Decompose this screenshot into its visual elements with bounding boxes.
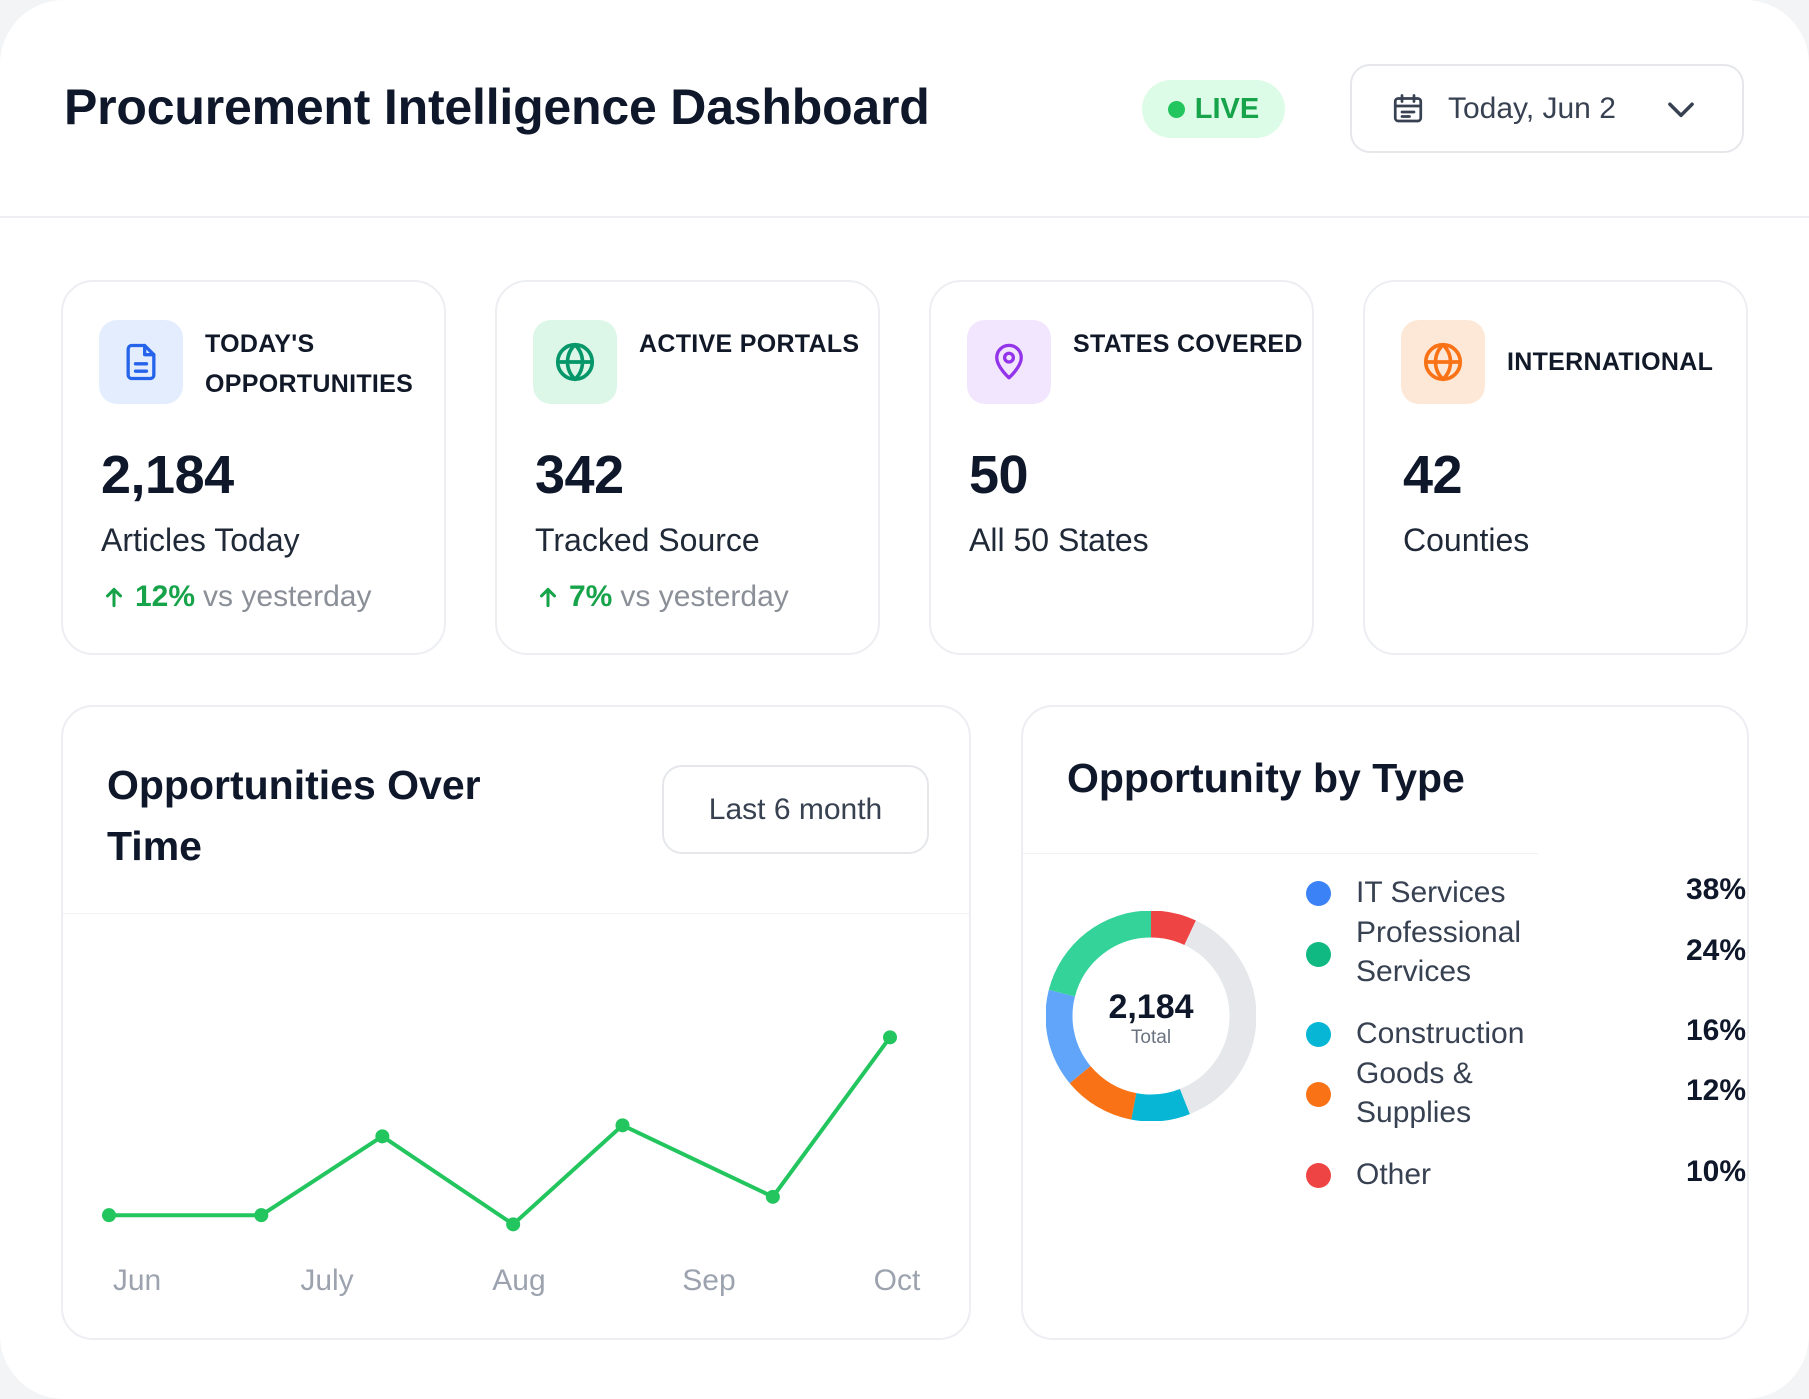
header-bar: Procurement Intelligence Dashboard LIVE … [0,0,1809,218]
x-tick-label: July [300,1264,353,1297]
delta-percent: 12% [135,580,196,613]
data-point [506,1217,521,1232]
donut-segment [1048,911,1152,997]
stat-card-todays-opportunities: TODAY'S OPPORTUNITIES 2,184 Articles Tod… [61,280,446,655]
legend-label: Professional Services [1356,916,1522,988]
document-icon [126,343,156,381]
dashboard-window: Procurement Intelligence Dashboard LIVE … [0,0,1809,1399]
opportunity-by-type-card: Opportunity by Type 2,184 Total IT Servi… [1021,705,1749,1340]
calendar-icon [1393,93,1423,122]
live-dot-icon [1167,100,1185,118]
legend-percent: 12% [1685,1074,1746,1107]
x-tick-label: Aug [492,1264,545,1297]
legend-dot [1306,942,1331,967]
stat-card-active-portals: ACTIVE PORTALS 342 Tracked Source 7% vs … [495,280,880,655]
legend-item-goods-supplies: Goods & Supplies 12% [1306,1044,1746,1144]
stat-value: 2,184 [101,445,234,505]
delta-text: vs yesterday [620,580,789,613]
globe-icon [1423,342,1463,382]
data-point [375,1129,390,1144]
data-point [615,1118,630,1133]
arrow-up-icon [539,587,557,608]
donut-total-label: Total [1130,1027,1172,1048]
stat-value: 342 [535,445,624,505]
stat-delta: 7% vs yesterday [535,580,789,614]
page-title: Procurement Intelligence Dashboard [64,79,930,135]
legend-percent: 24% [1685,934,1746,967]
stat-icon-tile [1401,320,1485,404]
stat-icon-tile [967,320,1051,404]
chevron-down-icon [1668,102,1694,118]
stat-value: 50 [969,445,1029,505]
stat-label: INTERNATIONAL [1507,348,1714,376]
legend-percent: 16% [1685,1014,1746,1047]
donut-segment [1150,911,1196,946]
legend-dot [1306,881,1331,906]
legend-dot [1306,1163,1331,1188]
data-point [883,1030,897,1045]
globe-icon [555,342,595,382]
date-label: Today, Jun 2 [1448,91,1616,125]
stat-subtitle: All 50 States [969,522,1149,558]
legend-label: Goods & Supplies [1356,1057,1473,1129]
stat-label: TODAY'S OPPORTUNITIES [205,330,414,398]
stat-label: STATES COVERED [1073,330,1303,358]
x-tick-label: Sep [682,1264,735,1297]
data-point [102,1208,116,1223]
legend-label: Other [1356,1158,1432,1191]
map-pin-icon [995,343,1023,380]
opportunities-over-time-card: Opportunities Over Time Last 6 month Jun… [61,705,971,1340]
live-status-badge: LIVE [1142,80,1285,138]
live-label: LIVE [1194,92,1260,125]
chart-title: Opportunity by Type [1067,755,1465,801]
x-tick-label: Jun [113,1264,161,1297]
stat-label: ACTIVE PORTALS [639,330,860,358]
stat-delta: 12% vs yesterday [101,580,371,614]
divider [1023,853,1538,854]
stat-subtitle: Counties [1403,522,1530,558]
x-tick-label: Oct [874,1264,921,1297]
donut-segment [1131,1088,1190,1121]
donut-total-value: 2,184 [1108,988,1194,1026]
stat-subtitle: Articles Today [101,522,300,558]
legend-item-other: Other 10% [1306,1145,1746,1205]
legend-dot [1306,1082,1331,1107]
donut-segment [1069,1065,1137,1120]
stat-value: 42 [1403,445,1463,505]
legend-percent: 38% [1685,873,1746,906]
date-picker-dropdown[interactable]: Today, Jun 2 [1350,64,1744,153]
delta-text: vs yesterday [203,580,372,613]
legend-percent: 10% [1685,1155,1746,1188]
stat-icon-tile [99,320,183,404]
legend-item-professional-services: Professional Services 24% [1306,907,1746,1007]
arrow-up-icon [105,587,123,608]
stat-subtitle: Tracked Source [535,522,760,558]
data-point [765,1189,780,1204]
data-point [254,1208,269,1223]
donut-center: 2,184 Total [1046,987,1256,1049]
stat-icon-tile [533,320,617,404]
line-chart: Jun July Aug Sep Oct [102,1030,921,1297]
delta-percent: 7% [569,580,613,613]
stat-card-states-covered: STATES COVERED 50 All 50 States [929,280,1314,655]
stat-card-international: INTERNATIONAL 42 Counties [1363,280,1748,655]
